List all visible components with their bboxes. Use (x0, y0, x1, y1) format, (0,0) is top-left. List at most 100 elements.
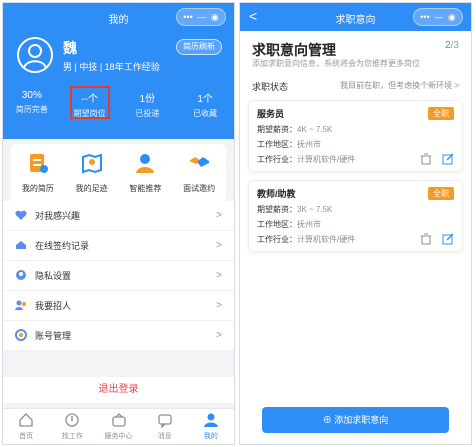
intention-body: 求职意向管理 2/3 添加求职意向信息，系统将会为您推荐更多岗位 求职状态 我目… (240, 31, 471, 444)
handshake-icon (189, 157, 210, 167)
menu-item-account[interactable]: 账号管理 > (3, 321, 234, 351)
stat-resume-completion[interactable]: 30% 简历完善 (3, 86, 61, 139)
menu-list: 对我感兴趣 > 在线签约记录 > 隐私设置 > 我要招人 > 账号管理 > (3, 201, 234, 351)
quick-label: 我的简历 (21, 184, 54, 193)
card-title: 教师/助教 (257, 189, 296, 199)
tab-mine[interactable]: 我的 (188, 409, 234, 444)
salary-key: 期望薪资： (257, 205, 297, 214)
user-info: 男 | 中技 | 18年工作经验 (63, 62, 160, 72)
more-icon[interactable]: ••• (183, 12, 192, 22)
chevron-right-icon: > (216, 240, 222, 251)
stat-label: 已收藏 (193, 109, 218, 118)
delete-icon[interactable] (420, 153, 432, 165)
message-icon (158, 414, 172, 429)
menu-item-contract-records[interactable]: 在线签约记录 > (3, 231, 234, 261)
industry-value: 计算机软件/硬件 (297, 235, 356, 244)
add-intention-button[interactable]: ⊕ 添加求职意向 (262, 407, 449, 433)
minimize-icon[interactable]: — (197, 12, 206, 22)
tab-label: 我的 (203, 433, 218, 440)
industry-key: 工作行业： (257, 235, 297, 244)
chevron-right-icon: > (216, 330, 222, 341)
close-target-icon[interactable]: ◉ (448, 12, 456, 22)
step-total: /3 (450, 40, 459, 51)
edit-icon[interactable] (442, 153, 454, 165)
salary-value: 3K ~ 7.5K (297, 205, 333, 214)
menu-label: 隐私设置 (35, 271, 72, 281)
stat-label: 已投递 (135, 109, 160, 118)
intention-card[interactable]: 服务员 全职 期望薪资：4K ~ 7.5K 工作地区：抚州市 工作行业：计算机软… (248, 100, 463, 172)
privacy-icon (16, 269, 26, 280)
top-bar: 我的 ••• — ◉ (3, 3, 234, 31)
logout-button[interactable]: 退出登录 (3, 377, 234, 403)
profile-header: 我的 ••• — ◉ 魏 男 | 中技 | 18年工作经验 简历刷新 30% 简… (3, 3, 234, 139)
recommend-icon (136, 154, 155, 173)
bottom-tab-bar: 首页 找工作 服务中心 消息 我的 (3, 408, 234, 444)
tab-home[interactable]: 首页 (3, 409, 49, 444)
area-key: 工作地区： (257, 220, 297, 229)
area-value: 抚州市 (297, 140, 321, 149)
quick-label: 面试邀约 (183, 184, 216, 193)
salary-value: 4K ~ 7.5K (297, 125, 333, 134)
user-icon (203, 413, 218, 427)
edit-icon[interactable] (442, 233, 454, 245)
mini-program-capsule[interactable]: ••• — ◉ (176, 8, 226, 26)
close-target-icon[interactable]: ◉ (211, 12, 219, 22)
intention-card[interactable]: 教师/助教 全职 期望薪资：3K ~ 7.5K 工作地区：抚州市 工作行业：计算… (248, 180, 463, 252)
job-status-selector[interactable]: 我目前在职，但考虑换个新环境 > (340, 80, 459, 91)
job-icon (65, 413, 79, 427)
stat-delivered[interactable]: 1份 已投递 (119, 86, 177, 139)
service-icon (111, 413, 126, 427)
tab-label: 消息 (157, 433, 172, 440)
quick-label: 智能推荐 (129, 184, 162, 193)
stat-label: 期望岗位 (73, 109, 106, 118)
tab-label: 首页 (19, 433, 34, 440)
menu-item-recruit[interactable]: 我要招人 > (3, 291, 234, 321)
stat-value: 30% (21, 90, 42, 101)
job-intention-screen: < 求职意向 ••• — ◉ 求职意向管理 2/3 添加求职意向信息，系统将会为… (239, 2, 472, 445)
home-icon (19, 413, 33, 427)
stat-favorites[interactable]: 1个 已收藏 (176, 86, 234, 139)
menu-label: 账号管理 (35, 331, 72, 341)
chevron-right-icon: > (216, 210, 222, 221)
menu-label: 我要招人 (35, 301, 72, 311)
delete-icon[interactable] (420, 233, 432, 245)
tab-label: 找工作 (61, 433, 83, 440)
user-name: 魏 (63, 40, 77, 56)
stat-value: 1份 (139, 94, 156, 105)
tab-service-center[interactable]: 服务中心 (95, 409, 141, 444)
intention-subtitle: 添加求职意向信息，系统将会为您推荐更多岗位 (252, 59, 420, 68)
recruit-icon (15, 300, 26, 310)
more-icon[interactable]: ••• (420, 12, 429, 22)
intention-heading: 求职意向管理 (252, 42, 336, 58)
area-key: 工作地区： (257, 140, 297, 149)
resume-refresh-button[interactable]: 简历刷新 (176, 39, 222, 55)
stat-expected-positions[interactable]: --个 期望岗位 (61, 86, 119, 139)
heart-icon (15, 210, 27, 220)
job-status-label: 求职状态 (252, 82, 289, 92)
card-title: 服务员 (257, 109, 285, 119)
salary-key: 期望薪资： (257, 125, 297, 134)
contract-icon (16, 240, 26, 249)
my-page-screen: 我的 ••• — ◉ 魏 男 | 中技 | 18年工作经验 简历刷新 30% 简… (2, 2, 235, 445)
stat-label: 简历完善 (15, 105, 48, 114)
profile-section: 魏 男 | 中技 | 18年工作经验 简历刷新 (3, 31, 234, 86)
area-value: 抚州市 (297, 220, 321, 229)
avatar[interactable] (17, 37, 53, 73)
map-icon (81, 153, 102, 174)
tab-find-job[interactable]: 找工作 (49, 409, 95, 444)
menu-label: 对我感兴趣 (35, 211, 81, 221)
menu-label: 在线签约记录 (35, 241, 90, 251)
mini-program-capsule[interactable]: ••• — ◉ (413, 8, 463, 26)
minimize-icon[interactable]: — (434, 12, 443, 22)
menu-item-privacy[interactable]: 隐私设置 > (3, 261, 234, 291)
menu-item-interested[interactable]: 对我感兴趣 > (3, 201, 234, 231)
tab-messages[interactable]: 消息 (142, 409, 188, 444)
chevron-right-icon: > (216, 270, 222, 281)
top-bar: < 求职意向 ••• — ◉ (240, 3, 471, 31)
avatar-icon (23, 44, 47, 69)
job-type-badge: 全职 (428, 187, 454, 200)
industry-key: 工作行业： (257, 155, 297, 164)
tab-label: 服务中心 (104, 433, 133, 440)
resume-icon (29, 154, 48, 173)
stat-value: 1个 (197, 94, 213, 105)
